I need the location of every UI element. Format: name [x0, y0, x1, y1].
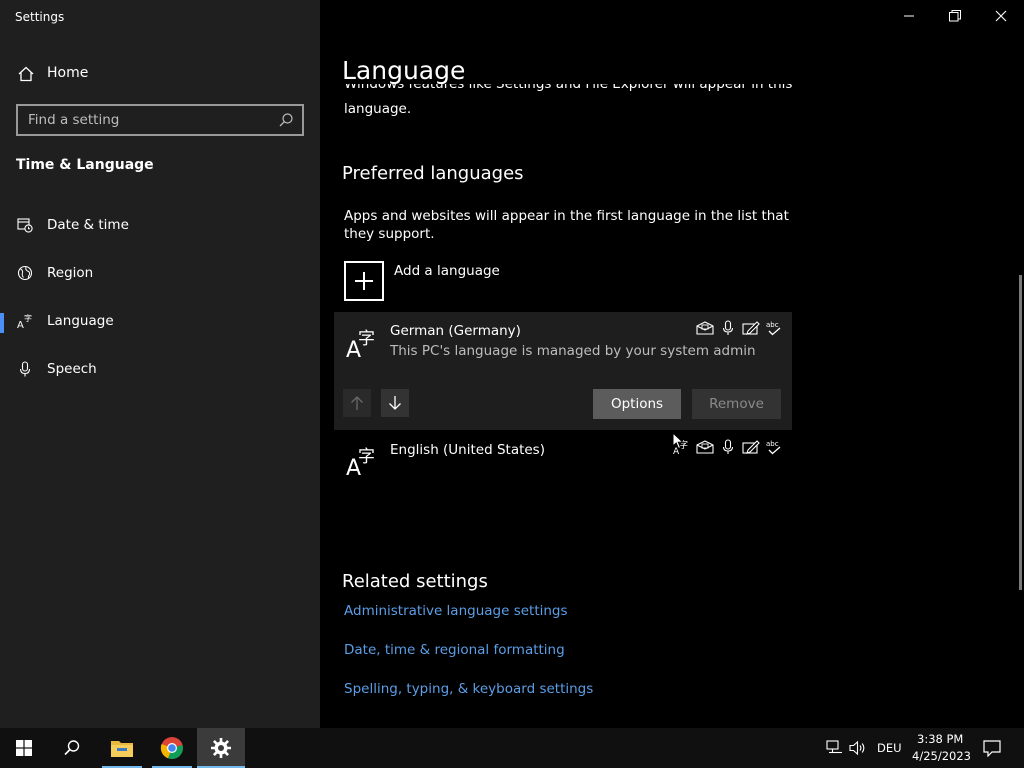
microphone-icon	[19, 361, 31, 377]
arrow-down-icon	[389, 396, 401, 410]
svg-text:abc: abc	[766, 321, 779, 329]
window-title: Settings	[15, 10, 65, 24]
sidebar-item-label: Language	[47, 313, 114, 329]
gear-icon	[211, 738, 231, 758]
search-icon	[64, 740, 80, 756]
language-item-german[interactable]: A 字 German (Germany) This PC's language …	[334, 312, 792, 430]
network-tray[interactable]	[824, 728, 844, 768]
sidebar-item-label: Date & time	[47, 217, 129, 233]
spellcheck-icon: abc	[766, 321, 781, 336]
search-input[interactable]	[28, 111, 268, 129]
folder-icon	[111, 741, 133, 757]
language-name: German (Germany)	[390, 323, 521, 339]
link-spelling-typing-keyboard-settings[interactable]: Spelling, typing, & keyboard settings	[344, 681, 593, 697]
restore-button[interactable]	[932, 0, 978, 32]
handwriting-icon	[742, 321, 760, 335]
calendar-clock-icon	[17, 218, 33, 233]
file-explorer-button[interactable]	[98, 728, 146, 768]
svg-text:abc: abc	[766, 440, 779, 448]
language-name: English (United States)	[390, 442, 545, 458]
speech-icon	[722, 320, 734, 335]
link-administrative-language-settings[interactable]: Administrative language settings	[344, 603, 568, 619]
taskbar-search-button[interactable]	[48, 728, 96, 768]
sidebar-item-region[interactable]: Region	[0, 254, 320, 294]
svg-text:字: 字	[358, 329, 375, 349]
related-settings-heading: Related settings	[342, 571, 488, 592]
minimize-icon	[904, 15, 914, 17]
preferred-languages-description: Apps and websites will appear in the fir…	[344, 208, 789, 242]
language-glyph-icon: A 字	[346, 447, 375, 478]
clock-date[interactable]: 4/25/2023	[912, 749, 971, 763]
nav-home-label: Home	[47, 65, 89, 81]
taskbar: DEU 3:38 PM 4/25/2023	[0, 728, 1024, 768]
notification-icon	[983, 740, 1001, 757]
link-date-time-regional-formatting[interactable]: Date, time & regional formatting	[344, 642, 565, 658]
search-box[interactable]	[16, 104, 304, 136]
svg-text:A: A	[17, 320, 24, 329]
svg-text:字: 字	[24, 313, 32, 323]
clock-time[interactable]: 3:38 PM	[917, 732, 963, 746]
sidebar-item-label: Speech	[47, 361, 97, 377]
sidebar-item-speech[interactable]: Speech	[0, 350, 320, 390]
restore-icon	[949, 10, 961, 22]
page-title: Language	[342, 56, 466, 85]
spellcheck-icon: abc	[766, 440, 781, 455]
add-language-label: Add a language	[394, 263, 500, 279]
globe-icon	[17, 265, 33, 281]
preferred-languages-heading: Preferred languages	[342, 163, 524, 184]
nav-home[interactable]: Home	[0, 56, 320, 92]
section-title: Time & Language	[16, 157, 154, 173]
language-icon: A 字	[17, 313, 32, 329]
selection-indicator	[0, 313, 4, 333]
search-icon[interactable]	[278, 112, 294, 128]
chrome-icon	[160, 737, 183, 760]
volume-tray[interactable]	[848, 728, 868, 768]
options-button[interactable]: Options	[593, 389, 681, 419]
display-language-icon	[696, 440, 714, 454]
language-features: abc	[696, 320, 783, 336]
speech-icon	[722, 439, 734, 454]
input-language-indicator[interactable]: DEU	[877, 741, 902, 755]
intro-line-2: language.	[344, 101, 412, 117]
close-button[interactable]	[978, 0, 1024, 32]
mouse-cursor-icon	[672, 432, 684, 450]
sidebar-item-label: Region	[47, 265, 94, 281]
sidebar-item-date-time[interactable]: Date & time	[0, 206, 320, 246]
scrollbar-thumb[interactable]	[1019, 275, 1022, 590]
chrome-button[interactable]	[148, 728, 196, 768]
volume-icon	[849, 740, 865, 756]
plus-icon	[344, 261, 384, 301]
close-icon	[995, 10, 1007, 22]
navigation-pane: Settings Home Time & Language Date & tim…	[0, 0, 320, 728]
minimize-button[interactable]	[886, 0, 932, 32]
main-content: Language Windows features like Settings …	[320, 0, 1024, 728]
add-language-button[interactable]: Add a language	[344, 261, 544, 301]
language-admin-note: This PC's language is managed by your sy…	[390, 343, 756, 359]
handwriting-icon	[742, 440, 760, 454]
svg-text:字: 字	[358, 447, 375, 467]
intro-line-1: Windows features like Settings and File …	[344, 84, 793, 92]
language-item-english[interactable]: A 字 English (United States) A 字 abc	[334, 432, 792, 492]
move-up-button[interactable]	[343, 389, 371, 417]
arrow-up-icon	[351, 396, 363, 410]
settings-taskbar-button[interactable]	[197, 728, 245, 768]
windows-logo-icon	[16, 740, 32, 756]
language-features: A 字 abc	[673, 439, 783, 455]
language-glyph-icon: A 字	[346, 329, 375, 360]
start-button[interactable]	[0, 728, 48, 768]
display-language-icon	[696, 321, 714, 335]
sidebar-item-language[interactable]: A 字 Language	[0, 302, 320, 342]
network-icon	[826, 740, 842, 754]
action-center-button[interactable]	[980, 728, 1004, 768]
home-icon	[18, 66, 34, 82]
remove-button[interactable]: Remove	[692, 389, 781, 419]
intro-text-clipped: Windows features like Settings and File …	[344, 84, 794, 102]
move-down-button[interactable]	[381, 389, 409, 417]
